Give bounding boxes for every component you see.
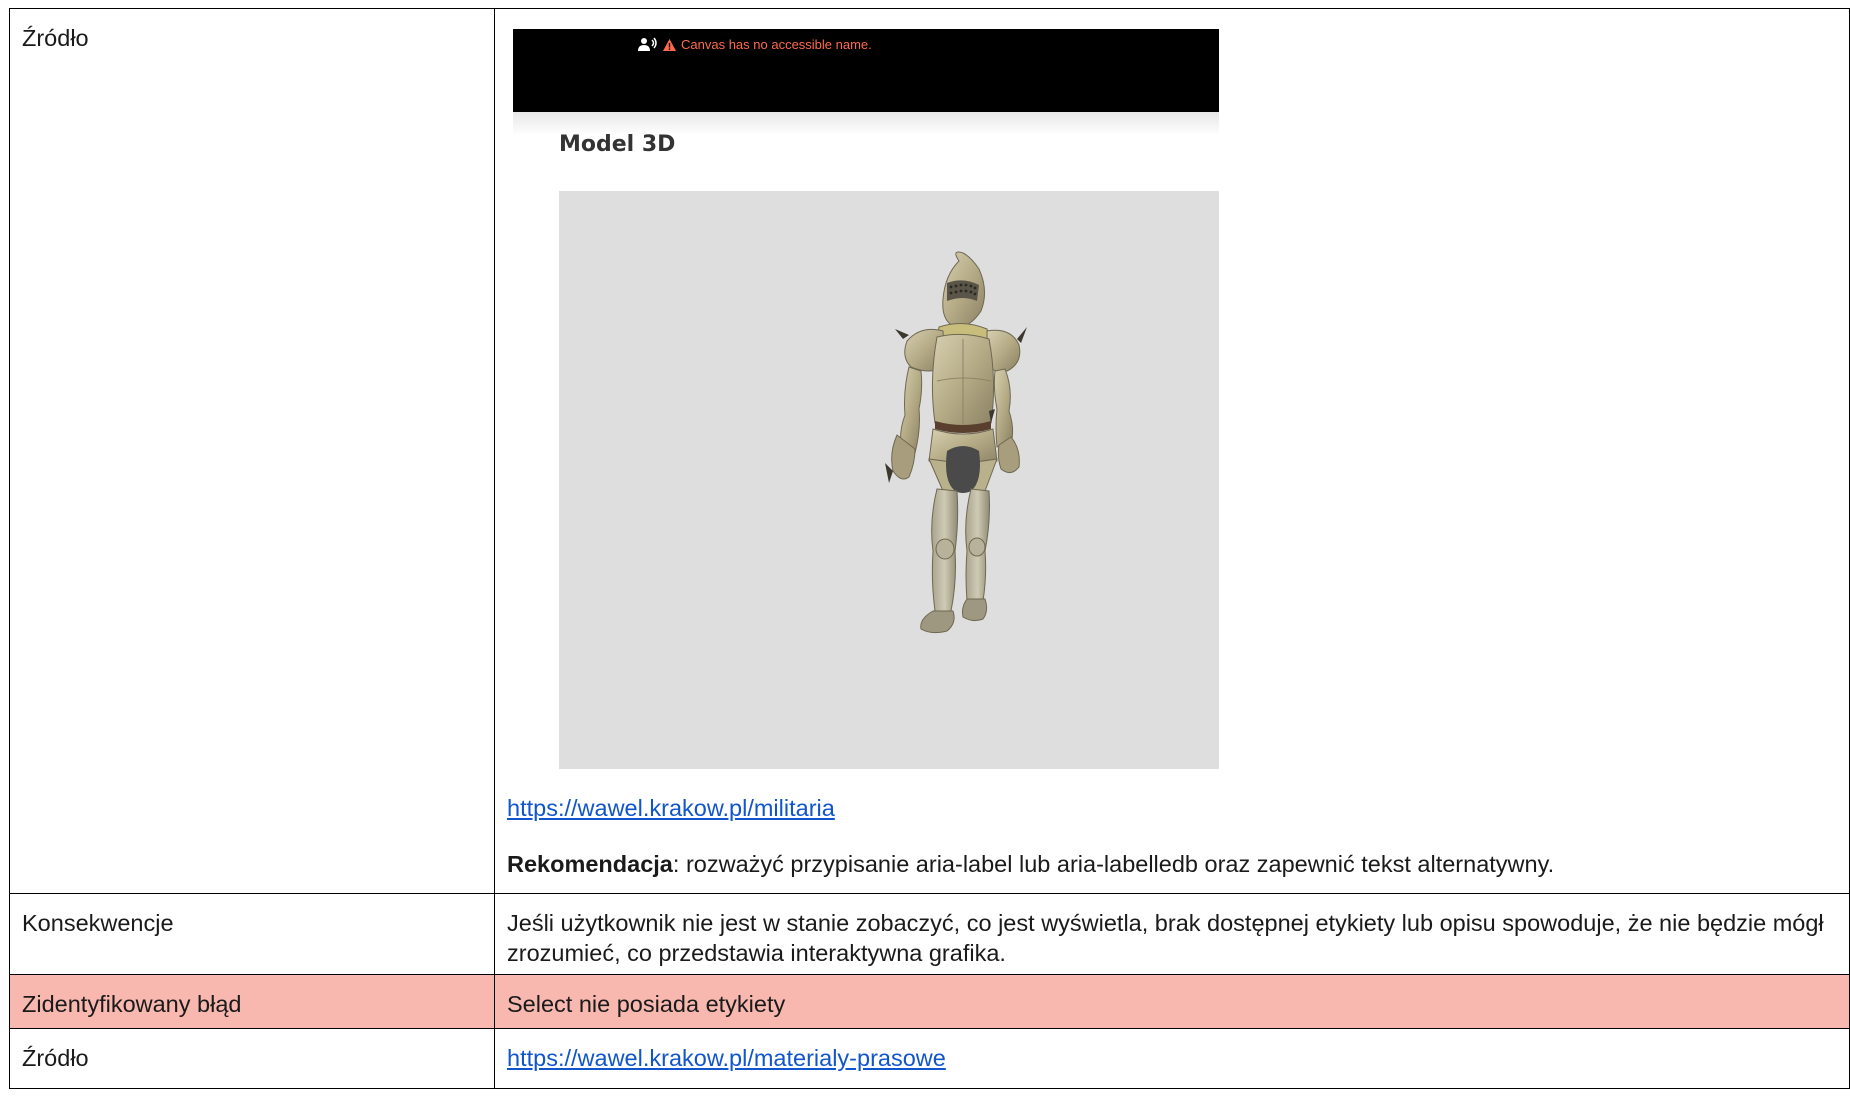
warning-triangle-icon xyxy=(663,39,676,51)
model-3d-viewer[interactable] xyxy=(559,191,1219,769)
row-content: Select nie posiada etykiety xyxy=(494,974,1850,1029)
table-row-source-2: Źródło https://wawel.krakow.pl/materialy… xyxy=(9,1028,1850,1089)
table-row-consequences: Konsekwencje Jeśli użytkownik nie jest w… xyxy=(9,893,1850,975)
warning-text: Canvas has no accessible name. xyxy=(681,37,872,52)
row-content: Canvas has no accessible name. Model 3D xyxy=(494,8,1850,894)
row-content: Jeśli użytkownik nie jest w stanie zobac… xyxy=(494,893,1850,975)
table-row-source-1: Źródło Canvas has no accessible name. Mo… xyxy=(9,8,1850,894)
row-label: Źródło xyxy=(9,1028,495,1089)
screenshot-canvas-warning: Canvas has no accessible name. Model 3D xyxy=(513,29,1219,769)
recommendation-label: Rekomendacja xyxy=(507,851,673,877)
accessibility-warning: Canvas has no accessible name. xyxy=(638,37,872,53)
audit-table: Źródło Canvas has no accessible name. Mo… xyxy=(9,8,1850,1089)
armor-3d-model-image xyxy=(885,251,1027,634)
table-row-identified-error: Zidentyfikowany błąd Select nie posiada … xyxy=(9,974,1850,1029)
row-label: Źródło xyxy=(9,8,495,894)
source-link-line: https://wawel.krakow.pl/militaria xyxy=(507,793,1837,823)
row-label: Zidentyfikowany błąd xyxy=(9,974,495,1029)
model-heading: Model 3D xyxy=(559,132,676,157)
source-link[interactable]: https://wawel.krakow.pl/militaria xyxy=(507,795,835,821)
row-label: Konsekwencje xyxy=(9,893,495,975)
source-link[interactable]: https://wawel.krakow.pl/materialy-prasow… xyxy=(507,1045,946,1071)
recommendation-text: : rozważyć przypisanie aria-label lub ar… xyxy=(672,851,1555,877)
row-content: https://wawel.krakow.pl/materialy-prasow… xyxy=(494,1028,1850,1089)
recommendation: Rekomendacja: rozważyć przypisanie aria-… xyxy=(507,849,1837,893)
person-sound-icon xyxy=(638,37,657,51)
